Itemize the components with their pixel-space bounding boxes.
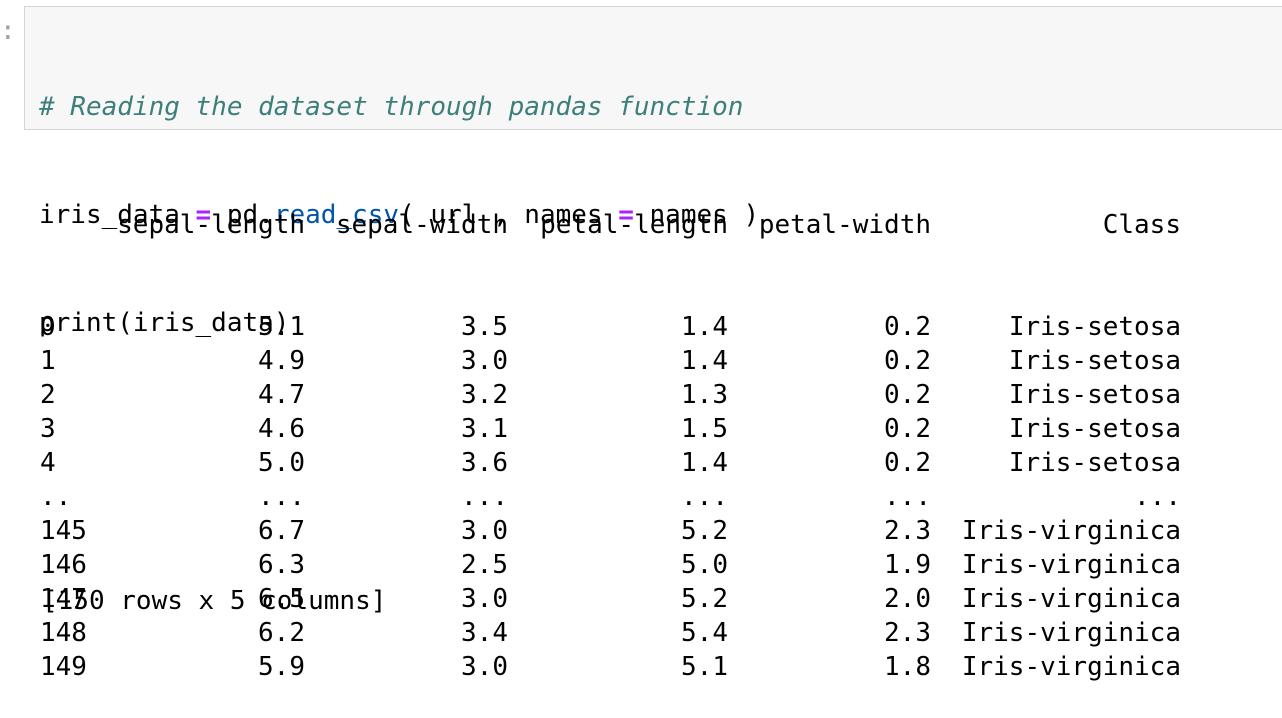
cell-output: sepal-length sepal-width petal-length pe… xyxy=(40,140,1181,718)
table-cell: Iris-setosa xyxy=(1008,346,1181,376)
table-cell: Iris-virginica xyxy=(961,516,1181,546)
table-row: 1 4.9 3.0 1.4 0.2 Iris-setosa xyxy=(40,344,1181,378)
table-row: 2 4.7 3.2 1.3 0.2 Iris-setosa xyxy=(40,378,1181,412)
table-cell: Iris-virginica xyxy=(961,618,1181,648)
code-cell-input[interactable]: # Reading the dataset through pandas fun… xyxy=(24,6,1282,338)
table-body: 0 5.1 3.5 1.4 0.2 Iris-setosa 1 4.9 3.0 1.4 0.2 Iri… xyxy=(40,310,1181,684)
table-cell: Iris-setosa xyxy=(1008,312,1181,342)
cell-prompt-marker: : xyxy=(0,16,16,46)
code-comment-line: # Reading the dataset through pandas fun… xyxy=(39,92,744,122)
table-cell: Iris-virginica xyxy=(961,550,1181,580)
table-header-row: sepal-length sepal-width petal-length pe… xyxy=(40,208,1181,242)
output-summary: [150 rows x 5 columns] xyxy=(42,586,387,616)
table-cell: ... xyxy=(1134,482,1181,512)
table-cell: Iris-setosa xyxy=(1008,414,1181,444)
table-cell: Iris-setosa xyxy=(1008,380,1181,410)
table-row: 149 5.9 3.0 5.1 1.8 Iris-virginica xyxy=(40,650,1181,684)
table-row: 0 5.1 3.5 1.4 0.2 Iris-setosa xyxy=(40,310,1181,344)
table-row: 3 4.6 3.1 1.5 0.2 Iris-setosa xyxy=(40,412,1181,446)
table-cell: Iris-virginica xyxy=(961,652,1181,682)
table-row: 145 6.7 3.0 5.2 2.3 Iris-virginica xyxy=(40,514,1181,548)
table-row: 148 6.2 3.4 5.4 2.3 Iris-virginica xyxy=(40,616,1181,650)
table-cell: Iris-setosa xyxy=(1008,448,1181,478)
table-row: ................. xyxy=(40,480,1181,514)
table-row: 4 5.0 3.6 1.4 0.2 Iris-setosa xyxy=(40,446,1181,480)
column-header: Class xyxy=(1102,210,1181,240)
table-row: 146 6.3 2.5 5.0 1.9 Iris-virginica xyxy=(40,548,1181,582)
